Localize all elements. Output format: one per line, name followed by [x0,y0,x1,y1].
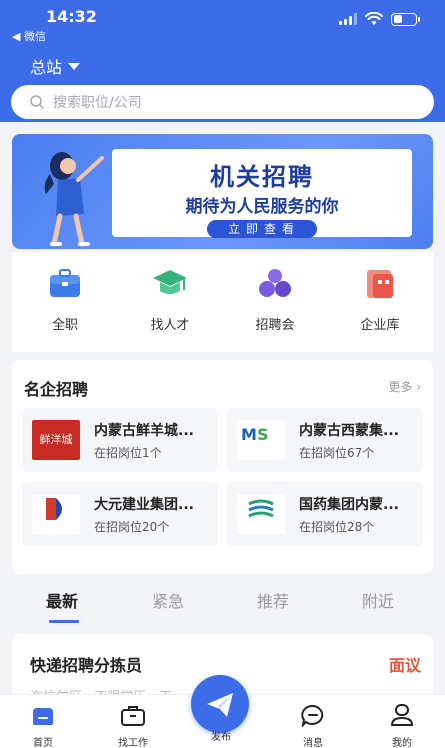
company-name: 国药集团内蒙... [299,497,399,513]
nav-mine[interactable]: 我的 [372,703,432,748]
tab-nearby[interactable]: 附近 [362,588,394,612]
category-grid: 全职 找人才 招聘会 企业库 [12,252,433,352]
dayuan-logo-icon [46,498,62,520]
category-label: 招聘会 [255,318,295,333]
company-jobs: 在招岗位67个 [299,446,375,460]
briefcase-icon [50,269,80,297]
company-name: 大元建业集团... [94,497,194,513]
user-icon [390,704,414,726]
caret-down-icon [68,62,81,70]
ms-logo-icon: M S [241,425,269,444]
famous-companies-section: 名企招聘 更多 › 鲜洋城 内蒙古鲜羊城... 在招岗位1个 M S 内蒙古西蒙… [12,360,433,574]
active-tab-indicator [49,620,79,623]
nav-label: 找工作 [118,738,148,748]
building-icon [367,270,393,298]
svg-text:M: M [241,425,257,444]
banner-subtitle: 期待为人民服务的你 [185,197,339,217]
company-logo [32,494,80,534]
search-input[interactable]: 搜索职位/公司 [11,85,434,119]
svg-text:S: S [257,425,269,444]
sinopharm-logo-icon [248,499,274,518]
tab-urgent[interactable]: 紧急 [152,588,184,612]
category-label: 找人才 [150,318,190,333]
logo-text: 鲜洋城 [39,433,73,446]
company-name: 内蒙古西蒙集... [299,423,399,439]
nav-home[interactable]: 首页 [13,703,73,748]
promo-banner[interactable]: 机关招聘 期待为人民服务的你 立即查看 [12,134,433,249]
category-jobfair[interactable]: 招聘会 [235,264,315,333]
job-salary: 面议 [388,656,421,675]
banner-title: 机关招聘 [210,163,314,191]
job-tabs: 最新 紧急 推荐 附近 [0,578,445,628]
category-companies[interactable]: 企业库 [340,264,420,333]
company-card[interactable]: M S 内蒙古西蒙集... 在招岗位67个 [227,408,423,472]
nav-label: 首页 [33,738,53,748]
company-name: 内蒙古鲜羊城... [94,423,194,439]
company-card[interactable]: 鲜洋城 内蒙古鲜羊城... 在招岗位1个 [22,408,218,472]
woman-figure-illustration [44,152,104,247]
wifi-icon [365,12,383,25]
category-label: 全职 [51,318,78,333]
home-icon [33,708,53,725]
nav-messages[interactable]: 消息 [283,703,343,748]
header-bar: 14:32 ◀ 微信 总站 搜索职位/公司 [0,0,445,122]
post-button[interactable] [191,675,249,733]
company-logo: 鲜洋城 [32,420,80,460]
graduation-cap-icon [153,270,187,294]
nav-label: 我的 [392,738,412,748]
nav-jobs[interactable]: 找工作 [103,703,163,748]
category-fulltime[interactable]: 全职 [25,264,105,333]
station-selector[interactable]: 总站 [30,54,81,78]
search-icon [30,95,44,109]
status-time: 14:32 [46,7,97,26]
company-card[interactable]: 国药集团内蒙... 在招岗位28个 [227,482,423,546]
nav-label: 消息 [303,738,323,748]
signal-icon [339,13,357,25]
back-to-app[interactable]: ◀ 微信 [12,28,46,44]
category-label: 企业库 [360,318,400,333]
company-jobs: 在招岗位1个 [94,446,162,460]
circles-icon [259,269,291,297]
company-jobs: 在招岗位28个 [299,520,375,534]
status-icons [339,12,420,26]
company-logo: M S [237,420,285,460]
company-jobs: 在招岗位20个 [94,520,170,534]
banner-card: 机关招聘 期待为人民服务的你 立即查看 [112,149,412,238]
station-label: 总站 [30,58,63,77]
category-talent[interactable]: 找人才 [130,264,210,333]
briefcase-outline-icon [121,706,145,726]
battery-icon [391,12,420,26]
tab-latest[interactable]: 最新 [46,588,78,612]
tab-recommended[interactable]: 推荐 [257,588,289,612]
search-placeholder: 搜索职位/公司 [53,95,142,111]
more-link[interactable]: 更多 › [388,378,421,395]
job-title: 快递招聘分拣员 [30,656,143,675]
paper-plane-icon [207,693,233,717]
company-logo [237,494,285,534]
chat-bubble-icon [301,704,324,729]
company-card[interactable]: 大元建业集团... 在招岗位20个 [22,482,218,546]
banner-view-button[interactable]: 立即查看 [207,220,317,238]
section-title: 名企招聘 [24,380,89,399]
post-label: 发布 [211,732,231,743]
